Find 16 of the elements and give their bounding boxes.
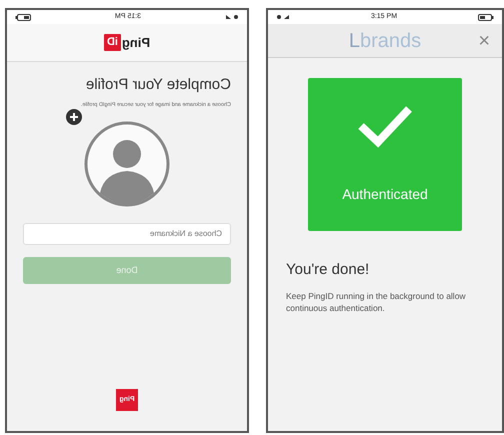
logo-wordmark: Ping (122, 34, 150, 52)
add-icon[interactable] (66, 108, 82, 125)
page-title: Complete Your Profile (86, 75, 231, 95)
logo-badge: iD (104, 34, 121, 51)
status-card: Authenticated (308, 78, 462, 231)
done-heading: You're done! (286, 260, 370, 280)
signal-icon (276, 14, 290, 20)
done-message: Keep PingID running in the background to allow continuous authentication. (286, 290, 467, 314)
checkmark-icon (356, 104, 414, 148)
brand-logo: Lbrands (348, 30, 422, 50)
avatar-icon (84, 120, 170, 207)
close-button[interactable]: × (478, 30, 490, 50)
signal-icon (225, 14, 239, 20)
battery-icon (15, 14, 32, 20)
battery-icon (478, 14, 494, 20)
nickname-field[interactable]: Choose a Nickname (23, 222, 231, 245)
